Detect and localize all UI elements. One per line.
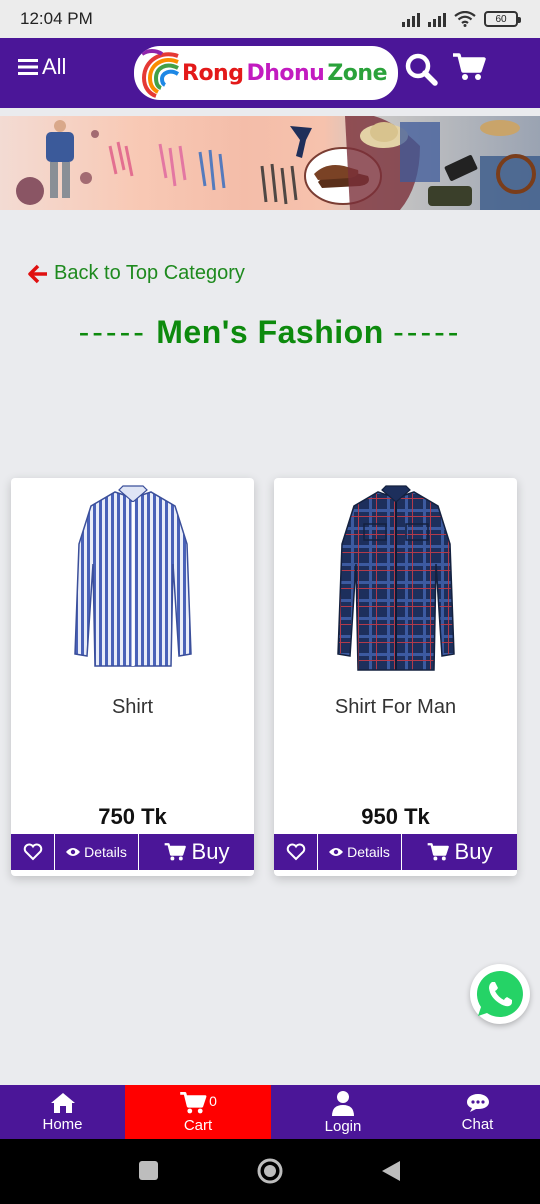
logo[interactable]: Rong Dhonu Zone	[134, 46, 398, 100]
nav-chat-label: Chat	[461, 1115, 494, 1133]
product-name[interactable]: Shirt For Man	[274, 696, 517, 719]
product-card[interactable]: Shirt 750 Tk Details Buy	[11, 478, 254, 876]
user-icon	[332, 1090, 354, 1116]
product-name[interactable]: Shirt	[11, 696, 254, 719]
nav-home-label: Home	[42, 1115, 83, 1133]
cart-icon	[427, 843, 449, 861]
category-title-text: Men's Fashion	[156, 314, 384, 350]
cart-icon	[453, 53, 486, 80]
search-button[interactable]	[404, 52, 440, 88]
heart-icon	[286, 843, 305, 861]
nav-home[interactable]: Home	[0, 1085, 125, 1139]
recents-icon	[139, 1161, 158, 1180]
whatsapp-icon	[476, 971, 523, 1017]
buy-button[interactable]: Buy	[139, 834, 254, 870]
signal-icon	[402, 11, 420, 27]
cart-count-badge: 0	[209, 1092, 217, 1109]
search-icon	[405, 53, 438, 86]
nav-login-label: Login	[324, 1117, 362, 1135]
details-label: Details	[84, 844, 127, 860]
home-icon	[50, 1092, 75, 1113]
system-nav-bar	[0, 1139, 540, 1204]
heart-icon	[23, 843, 42, 861]
title-dashes-left: -----	[78, 314, 147, 350]
nav-cart[interactable]: 0 Cart	[125, 1085, 271, 1139]
arrow-left-icon	[28, 264, 47, 283]
status-time: 12:04 PM	[20, 9, 93, 28]
logo-text: Rong Dhonu Zone	[182, 61, 387, 86]
wishlist-button[interactable]	[274, 834, 318, 870]
banner-art	[16, 116, 540, 210]
system-nav-buttons	[139, 1158, 400, 1184]
back-triangle-icon	[382, 1161, 400, 1181]
product-price: 750 Tk	[98, 804, 167, 829]
buy-label: Buy	[191, 839, 230, 864]
product-image-plaid-shirt[interactable]	[326, 484, 466, 676]
product-price: 950 Tk	[361, 804, 430, 829]
buy-button[interactable]: Buy	[402, 834, 517, 870]
details-button[interactable]: Details	[55, 834, 139, 870]
product-image-striped-shirt[interactable]	[63, 484, 203, 676]
eye-icon	[66, 848, 81, 856]
nav-chat[interactable]: Chat	[415, 1085, 540, 1139]
battery-icon: 60	[484, 11, 521, 27]
logo-word-rong: Rong	[182, 60, 244, 86]
category-title: ----- Men's Fashion -----	[0, 314, 540, 351]
product-card[interactable]: Shirt For Man 950 Tk Details Buy	[274, 478, 517, 876]
details-label: Details	[347, 844, 390, 860]
status-bar: 12:04 PM 60	[0, 0, 540, 38]
menu-label: All	[42, 54, 67, 79]
signal-icon-2	[428, 11, 446, 27]
promo-banner[interactable]	[0, 116, 540, 210]
chat-icon	[466, 1093, 489, 1112]
cart-icon	[164, 843, 186, 861]
title-dashes-right: -----	[393, 314, 462, 350]
nav-cart-label: Cart	[183, 1116, 213, 1134]
rainbow-swirl-icon	[140, 49, 180, 98]
product-actions: Details Buy	[11, 834, 254, 870]
whatsapp-button[interactable]	[470, 964, 530, 1024]
logo-word-dhonu: Dhonu	[246, 60, 325, 86]
header: All Rong Dhonu Zone	[0, 38, 540, 108]
cart-icon	[180, 1091, 207, 1113]
bottom-nav: Home 0 Cart Login Chat	[0, 1085, 540, 1139]
menu-icon	[18, 59, 38, 75]
header-cart-button[interactable]	[452, 52, 488, 88]
wishlist-button[interactable]	[11, 834, 55, 870]
man-in-suit	[46, 120, 74, 198]
details-button[interactable]: Details	[318, 834, 402, 870]
back-link-label: Back to Top Category	[54, 262, 245, 284]
wifi-icon	[454, 11, 476, 27]
eye-icon	[329, 848, 344, 856]
back-to-top-category-link[interactable]: Back to Top Category	[28, 262, 245, 285]
buy-label: Buy	[454, 839, 493, 864]
logo-word-zone: Zone	[327, 60, 387, 86]
status-icons: 60	[402, 11, 521, 27]
nav-login[interactable]: Login	[271, 1085, 415, 1139]
product-actions: Details Buy	[274, 834, 517, 870]
menu-button[interactable]: All	[18, 54, 66, 80]
